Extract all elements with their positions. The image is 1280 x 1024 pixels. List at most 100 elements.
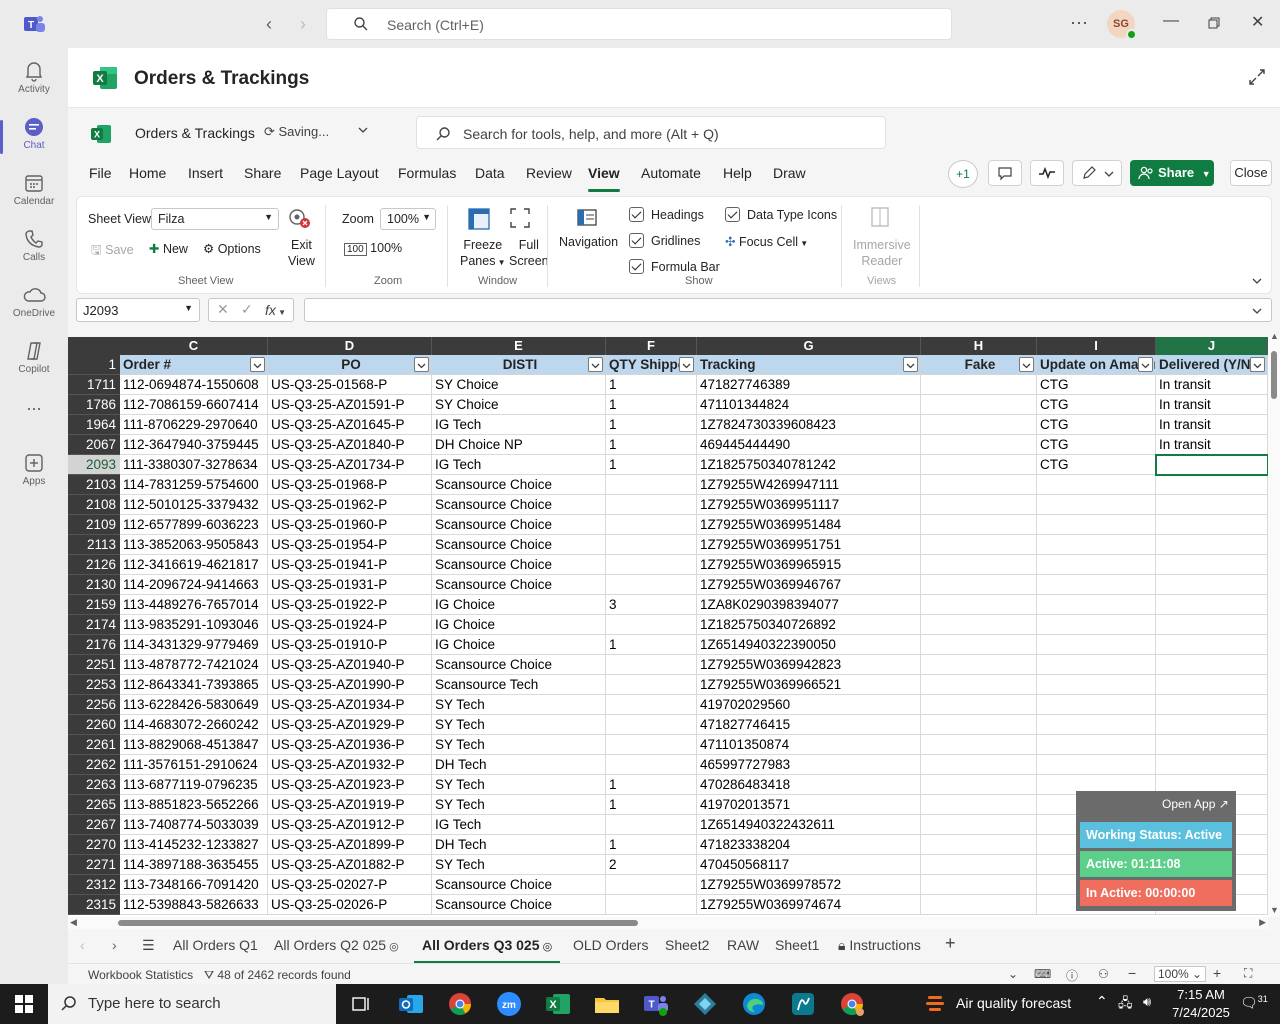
immersive-reader-button[interactable]: Immersive Reader <box>853 237 911 269</box>
excel-taskbar-icon[interactable]: X <box>543 990 573 1018</box>
table-header-cell[interactable]: Fake <box>921 355 1037 375</box>
zoom-select[interactable]: 100% ▼ <box>380 208 436 230</box>
table-header-cell[interactable]: PO <box>268 355 432 375</box>
table-cell[interactable] <box>921 375 1037 395</box>
zoom-in-icon[interactable]: + <box>1213 965 1221 981</box>
close-button[interactable]: Close <box>1230 160 1272 186</box>
vertical-scroll-thumb[interactable] <box>1271 351 1277 399</box>
teams-search-box[interactable]: Search (Ctrl+E) <box>326 8 952 40</box>
sheet-tab-all-orders-q2[interactable]: All Orders Q2 025 ◎ <box>274 937 399 953</box>
sheet-tab-sheet1[interactable]: Sheet1 <box>775 937 819 953</box>
filter-dropdown-icon[interactable] <box>679 357 694 372</box>
tools-search-input[interactable]: Search for tools, help, and more (Alt + … <box>416 116 886 149</box>
close-window-icon[interactable]: ✕ <box>1251 12 1264 32</box>
rail-item-chat[interactable]: Chat <box>0 110 68 166</box>
table-cell[interactable]: 470286483418 <box>697 775 921 795</box>
table-cell[interactable]: 113-3852063-9505843 <box>120 535 268 555</box>
table-cell[interactable] <box>1156 715 1268 735</box>
all-sheets-menu-icon[interactable]: ☰ <box>142 937 155 954</box>
table-cell[interactable]: 1 <box>606 775 697 795</box>
tab-data[interactable]: Data <box>475 165 505 181</box>
select-all-corner[interactable] <box>68 337 120 355</box>
table-cell[interactable] <box>1156 555 1268 575</box>
table-cell[interactable]: US-Q3-25-AZ01734-P <box>268 455 432 475</box>
table-cell[interactable] <box>921 795 1037 815</box>
cancel-icon[interactable]: ✕ <box>217 301 229 318</box>
rail-item-copilot[interactable]: Copilot <box>0 334 68 390</box>
table-cell[interactable]: SY Tech <box>432 695 606 715</box>
scroll-down-icon[interactable]: ▼ <box>1270 905 1279 915</box>
table-cell[interactable] <box>1156 675 1268 695</box>
table-cell[interactable] <box>1037 715 1156 735</box>
table-cell[interactable]: 113-4145232-1233827 <box>120 835 268 855</box>
vpn-app-icon[interactable] <box>690 990 720 1018</box>
minimize-icon[interactable]: — <box>1163 12 1179 30</box>
column-header-d[interactable]: D <box>268 337 432 355</box>
table-cell[interactable]: 113-4489276-7657014 <box>120 595 268 615</box>
table-cell[interactable] <box>921 655 1037 675</box>
table-cell[interactable] <box>606 615 697 635</box>
row-header[interactable]: 2176 <box>68 635 120 655</box>
sheet-view-select[interactable]: Filza ▼ <box>151 208 279 230</box>
table-cell[interactable] <box>1156 515 1268 535</box>
table-cell[interactable]: 113-4878772-7421024 <box>120 655 268 675</box>
rail-item-calls[interactable]: Calls <box>0 222 68 278</box>
chrome-icon[interactable] <box>445 990 475 1018</box>
table-cell[interactable]: In transit <box>1156 435 1268 455</box>
table-cell[interactable] <box>921 755 1037 775</box>
show-hidden-icons-icon[interactable]: ⌃ <box>1096 993 1108 1010</box>
windows-start-icon[interactable] <box>15 995 33 1013</box>
table-cell[interactable]: Scansource Choice <box>432 555 606 575</box>
add-sheet-icon[interactable]: + <box>945 933 956 954</box>
table-cell[interactable] <box>1156 615 1268 635</box>
filter-dropdown-icon[interactable] <box>414 357 429 372</box>
gridlines-checkbox[interactable] <box>629 233 644 248</box>
table-cell[interactable]: Scansource Choice <box>432 475 606 495</box>
table-cell[interactable] <box>1156 695 1268 715</box>
table-cell[interactable]: US-Q3-25-01954-P <box>268 535 432 555</box>
exit-view-button[interactable]: Exit View <box>288 237 315 269</box>
table-cell[interactable]: US-Q3-25-AZ01591-P <box>268 395 432 415</box>
table-cell[interactable] <box>921 815 1037 835</box>
table-cell[interactable]: 113-8851823-5652266 <box>120 795 268 815</box>
table-cell[interactable]: 1 <box>606 795 697 815</box>
table-cell[interactable]: Scansource Choice <box>432 495 606 515</box>
row-header[interactable]: 2261 <box>68 735 120 755</box>
table-cell[interactable]: US-Q3-25-01568-P <box>268 375 432 395</box>
name-box[interactable]: J2093 ▼ <box>76 298 200 322</box>
table-cell[interactable]: CTG <box>1037 375 1156 395</box>
table-cell[interactable] <box>921 555 1037 575</box>
table-cell[interactable]: 470450568117 <box>697 855 921 875</box>
expand-formula-chevron-icon[interactable] <box>1251 305 1263 317</box>
sheet-tab-all-orders-q1[interactable]: All Orders Q1 <box>173 937 258 953</box>
prev-sheet-icon[interactable]: ‹ <box>80 937 85 953</box>
focus-cell-button[interactable]: ✣ Focus Cell ▼ <box>725 234 808 249</box>
table-cell[interactable]: 112-3416619-4621817 <box>120 555 268 575</box>
row-header[interactable]: 2067 <box>68 435 120 455</box>
table-cell[interactable]: US-Q3-25-AZ01912-P <box>268 815 432 835</box>
full-screen-button[interactable]: Full Screen <box>509 237 549 269</box>
editing-mode-button[interactable] <box>1072 160 1122 186</box>
table-cell[interactable]: US-Q3-25-01941-P <box>268 555 432 575</box>
table-cell[interactable] <box>1156 655 1268 675</box>
table-cell[interactable] <box>1156 535 1268 555</box>
formula-bar-checkbox[interactable] <box>629 259 644 274</box>
tab-insert[interactable]: Insert <box>188 165 223 181</box>
table-cell[interactable]: 112-0694874-1550608 <box>120 375 268 395</box>
chevron-down-icon[interactable] <box>358 125 368 135</box>
table-cell[interactable] <box>921 535 1037 555</box>
table-cell[interactable]: IG Choice <box>432 635 606 655</box>
table-cell[interactable]: Scansource Choice <box>432 875 606 895</box>
table-cell[interactable]: 471827746415 <box>697 715 921 735</box>
tab-file[interactable]: File <box>89 165 112 181</box>
table-cell[interactable]: IG Tech <box>432 415 606 435</box>
rail-item-apps[interactable]: Apps <box>0 446 68 502</box>
table-cell[interactable] <box>1037 475 1156 495</box>
rail-item-activity[interactable]: Activity <box>0 54 68 110</box>
table-cell[interactable]: 1Z79255W0369951117 <box>697 495 921 515</box>
table-cell[interactable]: 1Z6514940322432611 <box>697 815 921 835</box>
table-cell[interactable]: SY Tech <box>432 855 606 875</box>
table-cell[interactable]: 419702029560 <box>697 695 921 715</box>
table-cell[interactable]: 114-7831259-5754600 <box>120 475 268 495</box>
new-view-button[interactable]: ✚ New <box>149 241 188 256</box>
